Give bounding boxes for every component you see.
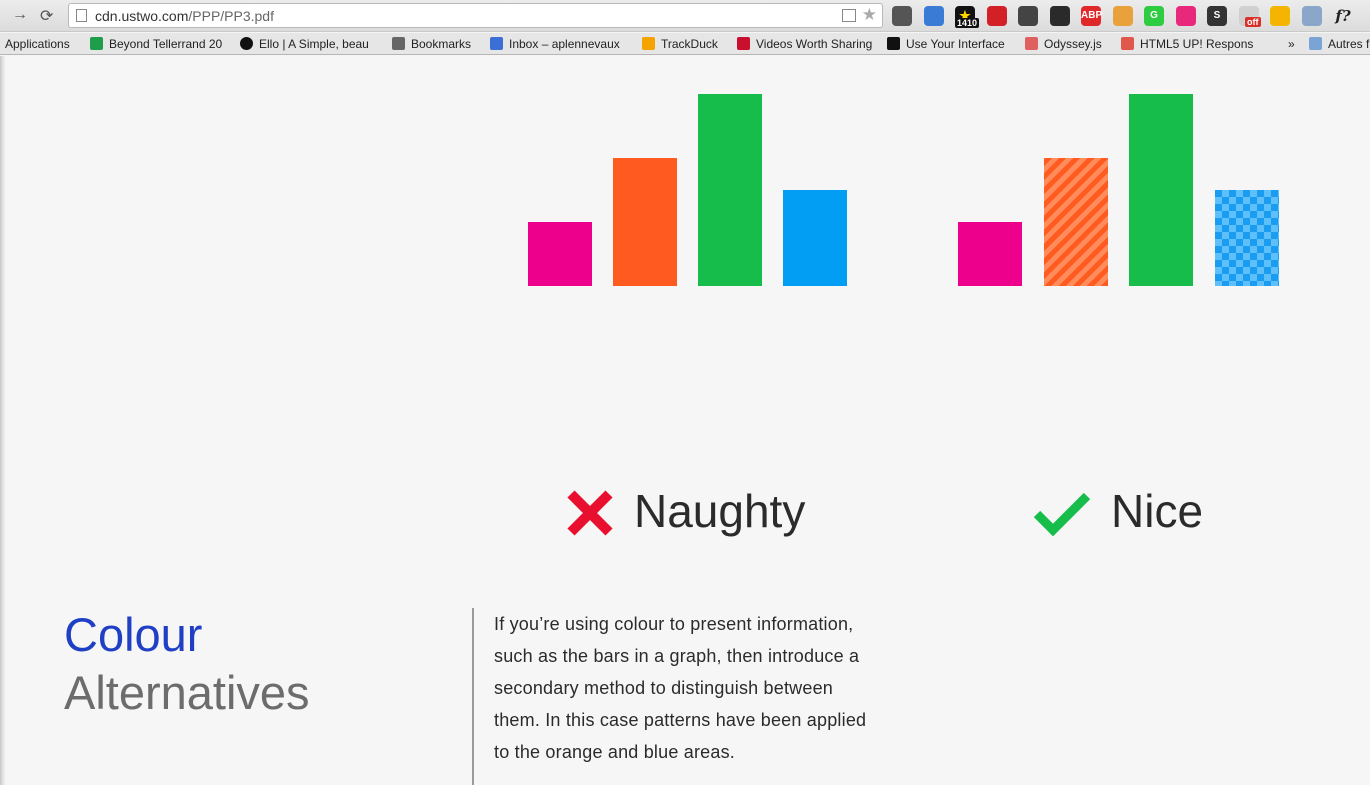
trackduck-icon[interactable] xyxy=(1270,6,1290,26)
bookmark-label: TrackDuck xyxy=(661,37,718,51)
chart-bar xyxy=(528,222,592,286)
chart-bar xyxy=(958,222,1022,286)
reader-mode-icon[interactable] xyxy=(842,9,856,22)
body-line: such as the bars in a graph, then introd… xyxy=(494,646,860,666)
cloud-off-icon[interactable]: off xyxy=(1239,6,1261,27)
section-divider xyxy=(472,608,474,785)
check-icon xyxy=(1033,492,1091,536)
body-line: If you’re using colour to present inform… xyxy=(494,614,854,634)
bookmark-item[interactable]: Beyond Tellerrand 20 xyxy=(90,36,222,52)
screenshot-icon[interactable] xyxy=(924,6,944,26)
bookmark-label: Beyond Tellerrand 20 xyxy=(109,37,223,51)
font-inspector-icon[interactable]: f? xyxy=(1333,6,1353,26)
bookmark-item[interactable]: Inbox – aplennevaux xyxy=(490,36,620,52)
chart-bar xyxy=(613,158,677,286)
reload-icon[interactable]: ⟳ xyxy=(40,6,53,26)
address-bar[interactable]: cdn.ustwo.com/PPP/PP3.pdf ★ xyxy=(68,3,883,28)
adblock-plus-icon[interactable]: ABP xyxy=(1081,6,1102,26)
bookmark-label: Inbox – aplennevaux xyxy=(509,37,620,51)
bookmark-star-icon[interactable]: ★ xyxy=(862,6,877,24)
chart-bar xyxy=(1215,190,1279,286)
bookmark-label: HTML5 UP! Respons xyxy=(1140,37,1254,51)
bookmarks-overflow-icon[interactable]: » xyxy=(1288,36,1295,52)
camera-icon[interactable] xyxy=(1176,6,1196,26)
html5up-icon xyxy=(1121,37,1134,50)
star-icon xyxy=(392,37,405,50)
inbox-icon xyxy=(490,37,503,50)
color-wheel-icon[interactable] xyxy=(1050,6,1070,26)
forward-arrow-icon[interactable]: → xyxy=(12,6,28,24)
trackduck-icon xyxy=(642,37,655,50)
bookmark-applications[interactable]: Applications xyxy=(5,36,70,52)
star-counter-icon[interactable]: ★ 1410 xyxy=(955,6,980,28)
bookmark-item[interactable]: HTML5 UP! Respons xyxy=(1121,36,1253,52)
bookmark-label: Bookmarks xyxy=(411,37,472,51)
sheet-icon xyxy=(90,37,103,50)
grammarly-icon[interactable]: G xyxy=(1144,6,1164,26)
bookmark-label: Use Your Interface xyxy=(906,37,1005,51)
section-heading: Alternatives xyxy=(64,666,310,719)
page-edge xyxy=(0,56,6,785)
bookmark-item[interactable]: Odyssey.js xyxy=(1025,36,1102,52)
bookmark-label: Odyssey.js xyxy=(1044,37,1102,51)
pocket-icon[interactable] xyxy=(892,6,912,26)
url-text: cdn.ustwo.com/PPP/PP3.pdf xyxy=(95,8,274,24)
section-body: If you’re using colour to present inform… xyxy=(494,608,894,768)
s-extension-icon[interactable]: S xyxy=(1207,6,1227,26)
page-icon xyxy=(76,9,87,22)
notepad-icon[interactable] xyxy=(1302,6,1322,26)
chart-bar xyxy=(1044,158,1108,286)
ted-icon xyxy=(737,37,750,50)
chart-bar xyxy=(698,94,762,286)
odyssey-icon xyxy=(1025,37,1038,50)
lastpass-icon[interactable] xyxy=(987,6,1007,26)
bookmark-item[interactable]: TrackDuck xyxy=(642,36,718,52)
chart-bar xyxy=(783,190,847,286)
folder-icon xyxy=(1309,37,1322,50)
body-line: to the orange and blue areas. xyxy=(494,742,735,762)
naughty-label: Naughty xyxy=(634,485,806,537)
chart-bar xyxy=(1129,94,1193,286)
cross-icon xyxy=(567,490,613,536)
eyedropper-icon[interactable] xyxy=(1018,6,1038,26)
bookmark-label: Videos Worth Sharing xyxy=(756,37,873,51)
bookmarks-bar: Applications Beyond Tellerrand 20 Ello | … xyxy=(0,33,1370,55)
pdf-page: Naughty Nice Colour Alternatives If you’… xyxy=(0,56,1370,785)
bookmark-item[interactable]: Use Your Interface xyxy=(887,36,1005,52)
nice-label: Nice xyxy=(1111,485,1204,537)
bookmark-item[interactable]: Bookmarks xyxy=(392,36,471,52)
bookmark-label: Ello | A Simple, beau xyxy=(259,37,369,51)
browser-toolbar: → ⟳ cdn.ustwo.com/PPP/PP3.pdf ★ ★ 1410 ABP… xyxy=(0,0,1370,32)
bookmark-other-folder[interactable]: Autres fa xyxy=(1309,36,1370,52)
ruler-icon[interactable] xyxy=(1113,6,1133,26)
section-heading-accent: Colour xyxy=(64,608,203,661)
body-line: them. In this case patterns have been ap… xyxy=(494,710,867,730)
bookmark-item[interactable]: Videos Worth Sharing xyxy=(737,36,872,52)
bookmark-item[interactable]: Ello | A Simple, beau xyxy=(240,36,369,52)
uyi-icon xyxy=(887,37,900,50)
body-line: secondary method to distinguish between xyxy=(494,678,834,698)
ello-icon xyxy=(240,37,253,50)
